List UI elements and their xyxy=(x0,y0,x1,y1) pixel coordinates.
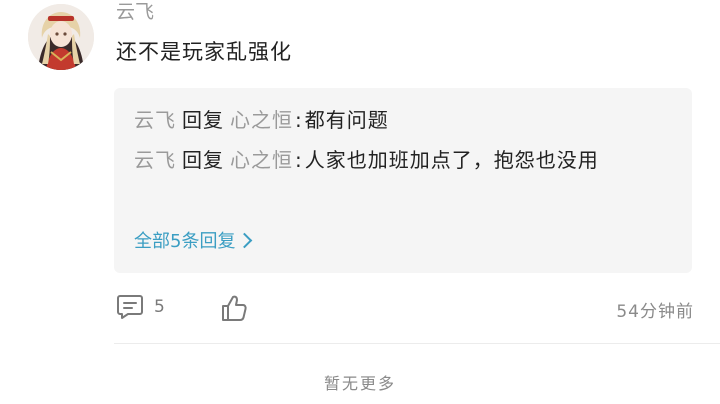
reply-author[interactable]: 云飞 xyxy=(134,148,176,172)
reply-target[interactable]: 心之恒 xyxy=(230,148,293,172)
comment-action-bar: 5 54分钟前 xyxy=(114,290,694,330)
comment-icon xyxy=(117,295,143,319)
divider xyxy=(114,343,720,344)
comment-username[interactable]: 云飞 xyxy=(116,0,154,24)
comment-count: 5 xyxy=(154,297,165,317)
comment-timestamp: 54分钟前 xyxy=(616,302,694,322)
reply-thread-box: 云飞 回复 心之恒: 都有问题 云飞 回复 心之恒: 人家也加班加点了，抱怨也没用 全部5条… xyxy=(114,88,692,273)
reply-author[interactable]: 云飞 xyxy=(134,108,176,132)
view-all-replies-link[interactable]: 全部5条回复 xyxy=(134,228,253,256)
avatar[interactable] xyxy=(28,4,94,70)
reply-item[interactable]: 云飞 回复 心之恒: 人家也加班加点了，抱怨也没用 xyxy=(134,140,674,180)
view-all-replies-label: 全部5条回复 xyxy=(134,231,236,252)
reply-word: 回复 xyxy=(182,108,224,132)
reply-word: 回复 xyxy=(182,148,224,172)
reply-button[interactable]: 5 xyxy=(116,294,165,320)
reply-target[interactable]: 心之恒 xyxy=(230,108,293,132)
reply-item[interactable]: 云飞 回复 心之恒: 都有问题 xyxy=(134,100,674,140)
like-button[interactable] xyxy=(220,294,248,326)
reply-colon: : xyxy=(295,148,303,172)
reply-colon: : xyxy=(295,108,303,132)
reply-text: 都有问题 xyxy=(304,108,389,132)
reply-text: 人家也加班加点了，抱怨也没用 xyxy=(304,148,599,172)
chevron-right-icon xyxy=(237,232,253,249)
comment-text: 还不是玩家乱强化 xyxy=(116,40,292,64)
no-more-indicator: 暂无更多 xyxy=(323,374,396,393)
thumbs-up-icon xyxy=(222,295,247,321)
avatar-image xyxy=(28,4,94,70)
